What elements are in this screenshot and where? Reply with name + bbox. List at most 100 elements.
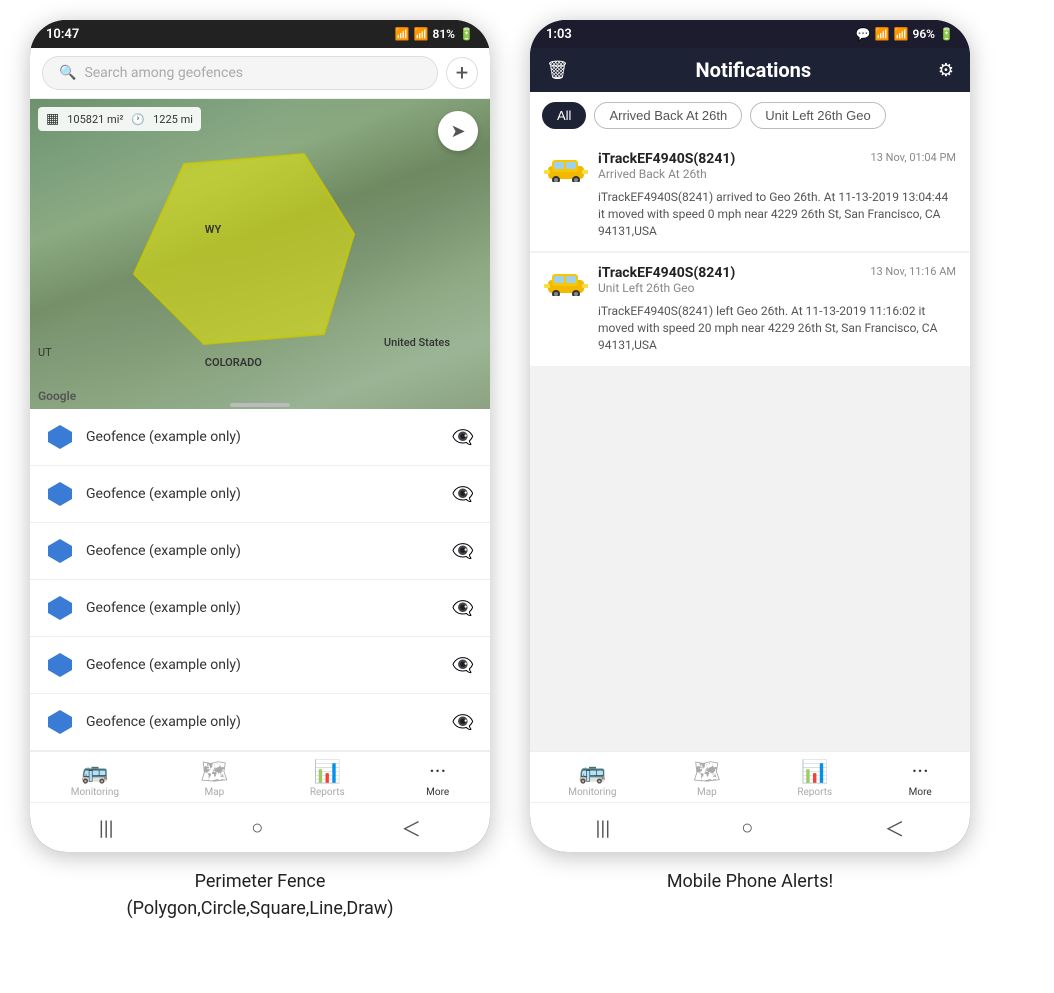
back-button-right[interactable]: ＜	[884, 813, 904, 842]
left-status-bar: 10:47 📶 📶 81% 🔋	[30, 20, 490, 48]
filter-arrived[interactable]: Arrived Back At 26th	[594, 102, 742, 129]
map-area-label: 105821 mi²	[67, 113, 123, 126]
map-label-ut: UT	[38, 346, 52, 359]
caption-left-text: Perimeter Fence(Polygon,Circle,Square,Li…	[126, 871, 393, 919]
nav-map[interactable]: 🗺 Map	[200, 760, 228, 798]
search-icon: 🔍	[59, 65, 76, 81]
geofence-icon	[46, 537, 74, 565]
geofence-name: Geofence (example only)	[86, 657, 440, 673]
back-button[interactable]: ＜	[401, 813, 421, 842]
map-icon: 🗺	[200, 760, 228, 785]
geofence-name: Geofence (example only)	[86, 429, 440, 445]
map-distance-label: 1225 mi	[153, 113, 193, 126]
reports-icon-right: 📊	[801, 760, 828, 785]
caption-right: Mobile Phone Alerts!	[530, 868, 970, 922]
nav-monitoring[interactable]: 🚌 Monitoring	[71, 760, 119, 798]
filter-all[interactable]: All	[542, 102, 586, 129]
monitoring-label: Monitoring	[71, 787, 119, 798]
eye-icon[interactable]: 👁‍🗨	[452, 427, 474, 448]
caption-left: Perimeter Fence(Polygon,Circle,Square,Li…	[30, 868, 490, 922]
notifications-title: Notifications	[569, 58, 938, 82]
notif-desc-2: iTrackEF4940S(8241) left Geo 26th. At 11…	[544, 303, 956, 353]
car-icon-1	[544, 151, 588, 183]
left-phone: 10:47 📶 📶 81% 🔋 🔍 Search among geofences…	[30, 20, 490, 852]
signal-icon: 📶	[414, 27, 429, 41]
recents-button[interactable]: |||	[99, 816, 114, 840]
right-status-bar: 1:03 💬 📶 📶 96% 🔋	[530, 20, 970, 48]
scroll-indicator	[230, 403, 290, 407]
nav-reports-right[interactable]: 📊 Reports	[797, 760, 832, 798]
geofence-icon	[46, 651, 74, 679]
battery-label: 81%	[432, 27, 455, 41]
device-name-2: iTrackEF4940S(8241)	[598, 265, 860, 281]
notification-card[interactable]: iTrackEF4940S(8241) Unit Left 26th Geo 1…	[530, 253, 970, 365]
geofence-icon	[46, 708, 74, 736]
geofence-name: Geofence (example only)	[86, 543, 440, 559]
monitoring-label-right: Monitoring	[568, 787, 616, 798]
add-button[interactable]: +	[446, 57, 478, 89]
map-label-wy: WY	[205, 223, 221, 236]
recents-button-right[interactable]: |||	[596, 816, 611, 840]
filter-left[interactable]: Unit Left 26th Geo	[750, 102, 886, 129]
delete-button[interactable]: 🗑	[546, 60, 569, 81]
search-input[interactable]: 🔍 Search among geofences	[42, 56, 438, 90]
wifi-icon: 📶	[395, 27, 410, 41]
right-time: 1:03	[546, 27, 572, 42]
reports-label: Reports	[310, 787, 345, 798]
eye-icon[interactable]: 👁‍🗨	[452, 655, 474, 676]
nav-monitoring-right[interactable]: 🚌 Monitoring	[568, 760, 616, 798]
map-icon-right: 🗺	[693, 760, 721, 785]
notif-time-2: 13 Nov, 11:16 AM	[870, 265, 956, 278]
home-button[interactable]: ○	[251, 815, 263, 840]
search-placeholder: Search among geofences	[84, 65, 243, 81]
compass-button[interactable]: ➤	[438, 111, 478, 151]
notification-card[interactable]: iTrackEF4940S(8241) Arrived Back At 26th…	[530, 139, 970, 251]
list-item[interactable]: Geofence (example only) 👁‍🗨	[30, 694, 490, 751]
chat-icon: 💬	[856, 27, 871, 41]
more-icon: ···	[429, 760, 446, 785]
signal-icon-right: 📶	[894, 27, 909, 41]
home-button-right[interactable]: ○	[741, 815, 753, 840]
reports-icon: 📊	[314, 760, 341, 785]
battery-icon-right: 🔋	[939, 27, 954, 41]
list-item[interactable]: Geofence (example only) 👁‍🗨	[30, 580, 490, 637]
event-type-2: Unit Left 26th Geo	[598, 281, 860, 295]
right-battery: 96%	[912, 27, 935, 41]
list-item[interactable]: Geofence (example only) 👁‍🗨	[30, 637, 490, 694]
event-type-1: Arrived Back At 26th	[598, 167, 861, 181]
geofence-icon	[46, 423, 74, 451]
geofence-icon	[46, 594, 74, 622]
list-item[interactable]: Geofence (example only) 👁‍🗨	[30, 409, 490, 466]
reports-label-right: Reports	[797, 787, 832, 798]
map-label-co: COLORADO	[205, 356, 262, 369]
bottom-nav-right: 🚌 Monitoring 🗺 Map 📊 Reports ··· More	[530, 751, 970, 802]
geofence-list: Geofence (example only) 👁‍🗨 Geofence (ex…	[30, 409, 490, 751]
map-stats: ▦ 105821 mi² 🕐 1225 mi	[38, 107, 201, 131]
eye-icon[interactable]: 👁‍🗨	[452, 484, 474, 505]
geofence-name: Geofence (example only)	[86, 714, 440, 730]
settings-button[interactable]: ⚙	[938, 60, 954, 81]
geofence-icon	[46, 480, 74, 508]
map-label: Map	[205, 787, 225, 798]
nav-more[interactable]: ··· More	[426, 760, 449, 798]
more-label-right: More	[909, 787, 932, 798]
car-icon-2	[544, 265, 588, 297]
notif-desc-1: iTrackEF4940S(8241) arrived to Geo 26th.…	[544, 189, 956, 239]
eye-icon[interactable]: 👁‍🗨	[452, 598, 474, 619]
eye-icon[interactable]: 👁‍🗨	[452, 541, 474, 562]
map-area: ▦ 105821 mi² 🕐 1225 mi ➤ WY United State…	[30, 99, 490, 409]
geofence-polygon	[104, 144, 364, 364]
list-item[interactable]: Geofence (example only) 👁‍🗨	[30, 523, 490, 580]
nav-map-right[interactable]: 🗺 Map	[693, 760, 721, 798]
eye-icon[interactable]: 👁‍🗨	[452, 712, 474, 733]
list-item[interactable]: Geofence (example only) 👁‍🗨	[30, 466, 490, 523]
nav-more-right[interactable]: ··· More	[909, 760, 932, 798]
battery-icon: 🔋	[459, 27, 474, 41]
notif-info-1: iTrackEF4940S(8241) Arrived Back At 26th	[598, 151, 861, 181]
filter-bar: All Arrived Back At 26th Unit Left 26th …	[530, 92, 970, 139]
nav-reports[interactable]: 📊 Reports	[310, 760, 345, 798]
map-label-us: United States	[384, 336, 450, 349]
android-nav-bar-right: ||| ○ ＜	[530, 802, 970, 852]
more-icon-right: ···	[912, 760, 929, 785]
more-label: More	[426, 787, 449, 798]
